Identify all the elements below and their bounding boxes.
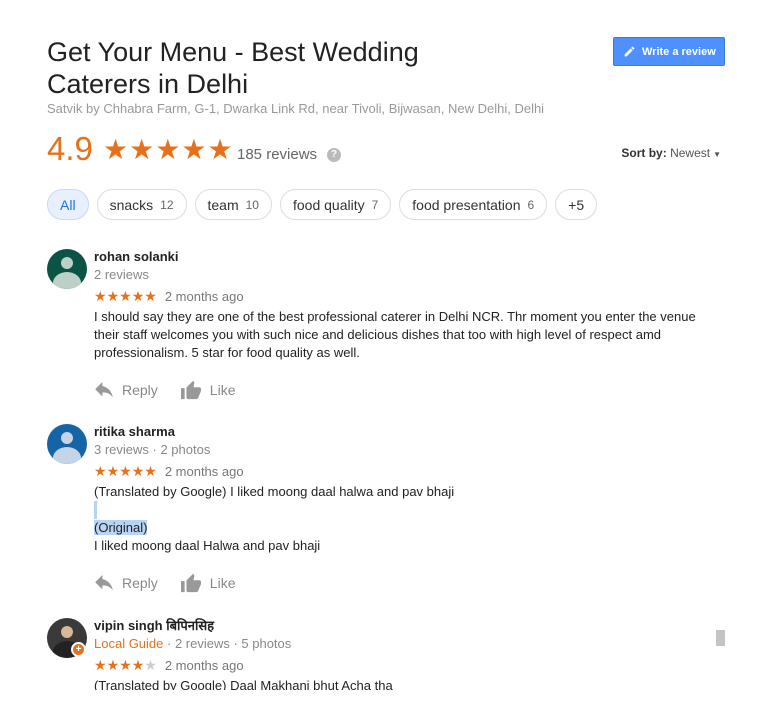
original-label-row: (Original) bbox=[94, 519, 704, 537]
star-empty-icon: ★ bbox=[144, 657, 157, 673]
chip-count: 10 bbox=[245, 197, 259, 212]
reply-label: Reply bbox=[122, 382, 158, 398]
review-count: 185 reviews bbox=[237, 146, 318, 163]
avatar-head bbox=[61, 257, 73, 269]
like-label: Like bbox=[209, 382, 236, 398]
chip-food-presentation[interactable]: food presentation 6 bbox=[399, 189, 548, 220]
help-icon[interactable]: ? bbox=[327, 148, 341, 162]
scrollbar-thumb[interactable] bbox=[716, 630, 725, 646]
reviewer-meta: 3 reviews · 2 photos bbox=[94, 442, 211, 457]
sort-label: Sort by: bbox=[621, 146, 667, 160]
review-date: 2 months ago bbox=[164, 463, 244, 479]
page-title: Get Your Menu - Best Wedding Caterers in… bbox=[47, 37, 419, 99]
review-item: + vipin singh बिपिनसिह Local Guide · 2 r… bbox=[47, 618, 727, 690]
avatar-body bbox=[53, 272, 81, 289]
star-icon: ★ bbox=[106, 657, 120, 673]
star-icon: ★ bbox=[129, 134, 155, 165]
avatar-head bbox=[61, 432, 73, 444]
reply-label: Reply bbox=[122, 575, 158, 591]
topic-chips: All snacks 12 team 10 food quality 7 food p… bbox=[47, 189, 598, 220]
place-address: Satvik by Chhabra Farm, G-1, Dwarka Link… bbox=[47, 101, 545, 116]
caret-down-icon: ▼ bbox=[713, 150, 721, 159]
write-review-button[interactable]: Write a review bbox=[613, 37, 725, 66]
star-icon: ★ bbox=[119, 463, 132, 479]
reviewer-name[interactable]: vipin singh बिपिनसिह bbox=[94, 618, 714, 634]
chip-food-quality[interactable]: food quality 7 bbox=[279, 189, 392, 220]
reviewer-name[interactable]: ritika sharma bbox=[94, 424, 714, 440]
star-icon: ★ bbox=[144, 288, 157, 304]
star-icon: ★ bbox=[119, 657, 132, 673]
review-text: (Translated by Google) I liked moong daa… bbox=[94, 483, 704, 555]
selection-caret bbox=[94, 501, 97, 519]
star-icon: ★ bbox=[181, 134, 207, 165]
star-icon: ★ bbox=[131, 288, 145, 304]
chip-count: 12 bbox=[160, 197, 174, 212]
chip-more[interactable]: +5 bbox=[555, 189, 598, 220]
star-icon: ★ bbox=[207, 134, 233, 165]
avatar-body bbox=[53, 447, 81, 464]
thumbs-up-icon bbox=[180, 380, 201, 400]
reviewer-name[interactable]: rohan solanki bbox=[94, 249, 714, 265]
review-stars: ★ ★ ★ ★ ★ bbox=[94, 289, 157, 303]
reviewer-meta: 2 reviews bbox=[94, 267, 149, 282]
original-text: I liked moong daal Halwa and pav bhaji bbox=[94, 538, 321, 553]
reviewer-counts: · 2 reviews · 5 photos bbox=[163, 636, 292, 651]
star-icon: ★ bbox=[106, 463, 120, 479]
reply-icon bbox=[95, 575, 113, 591]
like-label: Like bbox=[209, 575, 236, 591]
text-gap bbox=[94, 501, 704, 519]
avatar[interactable] bbox=[47, 424, 87, 464]
star-icon: ★ bbox=[155, 134, 181, 165]
review-text: I should say they are one of the best pr… bbox=[94, 309, 696, 360]
review-date: 2 months ago bbox=[164, 657, 244, 673]
chip-label: snacks bbox=[109, 196, 154, 213]
review-text: (Translated by Google) Daal Makhani bhut… bbox=[94, 678, 393, 690]
write-review-label: Write a review bbox=[642, 45, 716, 58]
chip-label: +5 bbox=[568, 196, 585, 213]
star-icon: ★ bbox=[119, 288, 132, 304]
like-button[interactable]: Like bbox=[180, 380, 236, 400]
star-icon: ★ bbox=[94, 288, 107, 304]
rating-stars: ★ ★ ★ ★ ★ bbox=[103, 136, 233, 164]
star-icon: ★ bbox=[106, 288, 120, 304]
local-guide-label[interactable]: Local Guide bbox=[94, 636, 163, 651]
sort-dropdown[interactable]: Sort by: Newest ▼ bbox=[621, 146, 721, 160]
reply-button[interactable]: Reply bbox=[94, 380, 158, 400]
reviewer-meta: Local Guide · 2 reviews · 5 photos bbox=[94, 635, 714, 653]
rating-summary: 4.9 ★ ★ ★ ★ ★ 185 reviews ? Sort by: New… bbox=[47, 130, 727, 170]
chip-label: food quality bbox=[292, 196, 365, 213]
chip-label: team bbox=[207, 196, 239, 213]
star-icon: ★ bbox=[103, 134, 129, 165]
like-button[interactable]: Like bbox=[180, 573, 236, 593]
chip-count: 7 bbox=[371, 197, 379, 212]
star-icon: ★ bbox=[94, 657, 107, 673]
rating-score: 4.9 bbox=[47, 130, 93, 167]
sort-value: Newest bbox=[670, 146, 711, 160]
chip-label: All bbox=[60, 196, 76, 213]
star-icon: ★ bbox=[94, 463, 107, 479]
pencil-icon bbox=[624, 46, 635, 57]
chip-label: food presentation bbox=[412, 196, 521, 213]
chip-count: 6 bbox=[527, 197, 535, 212]
local-guide-badge-icon: + bbox=[71, 642, 86, 657]
original-label: (Original) bbox=[94, 520, 148, 535]
chip-snacks[interactable]: snacks 12 bbox=[96, 189, 187, 220]
reply-icon bbox=[95, 382, 113, 398]
chip-all[interactable]: All bbox=[47, 189, 89, 220]
star-icon: ★ bbox=[131, 463, 145, 479]
reply-button[interactable]: Reply bbox=[94, 573, 158, 593]
review-stars: ★ ★ ★ ★ ★ bbox=[94, 464, 157, 478]
star-icon: ★ bbox=[144, 463, 157, 479]
chip-team[interactable]: team 10 bbox=[194, 189, 272, 220]
review-stars: ★ ★ ★ ★ ★ bbox=[94, 658, 157, 672]
review-date: 2 months ago bbox=[164, 288, 244, 304]
thumbs-up-icon bbox=[180, 573, 201, 593]
star-icon: ★ bbox=[131, 657, 145, 673]
translated-text: (Translated by Google) I liked moong daa… bbox=[94, 484, 455, 499]
avatar[interactable] bbox=[47, 249, 87, 289]
avatar-head bbox=[61, 626, 73, 638]
